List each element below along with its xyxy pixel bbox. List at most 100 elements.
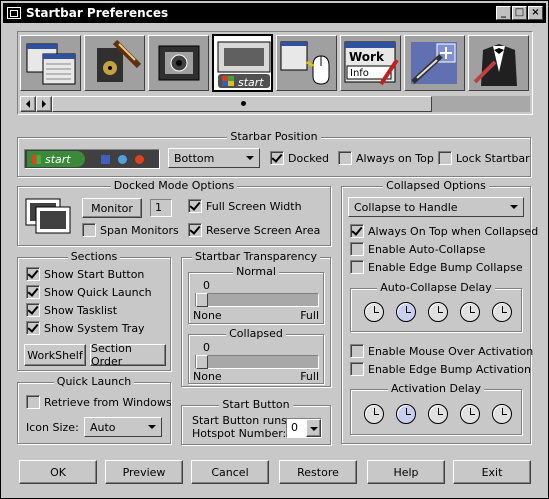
misc-windows-tile[interactable] [20, 35, 81, 91]
scroll-track[interactable] [432, 96, 530, 112]
auto-collapse-label: Enable Auto-Collapse [368, 242, 486, 256]
lock-startbar-checkbox[interactable]: Lock Startbar [438, 151, 530, 165]
retrieve-from-windows-check-box[interactable] [26, 395, 40, 409]
reserve-screen-area-check-box[interactable] [188, 223, 202, 237]
scroll-thumb-dot [241, 101, 246, 106]
span-monitors-checkbox[interactable]: Span Monitors [82, 223, 179, 237]
normal-min-label: None [193, 309, 222, 322]
help-button[interactable]: Help [367, 460, 445, 484]
mouse-tile[interactable] [276, 35, 337, 91]
activation-delay-caption: Activation Delay [387, 382, 485, 395]
normal-slider-thumb[interactable] [196, 293, 208, 307]
reserve-screen-area-checkbox[interactable]: Reserve Screen Area [188, 223, 320, 237]
tuxedo-tile[interactable] [468, 35, 529, 91]
workshelf-icon: Work Info [344, 41, 399, 86]
sections-group: Sections Show Start Button Show Quick La… [17, 250, 171, 371]
exit-button[interactable]: Exit [453, 460, 531, 484]
collapsed-slider[interactable] [195, 355, 319, 369]
edge-bump-collapse-check-box[interactable] [350, 260, 364, 274]
delay-clock-3-icon[interactable] [428, 302, 448, 322]
camera-tile[interactable] [148, 35, 209, 91]
edge-bump-activation-checkbox[interactable]: Enable Edge Bump Activation [350, 362, 531, 376]
always-on-top-check-box[interactable] [338, 151, 352, 165]
minimize-button[interactable]: _ [496, 6, 511, 20]
activation-clock-2-icon[interactable] [396, 404, 416, 424]
delay-clock-1-icon[interactable] [364, 302, 384, 322]
edge-bump-activation-check-box[interactable] [350, 362, 364, 376]
lock-startbar-check-box[interactable] [438, 151, 452, 165]
maximize-button[interactable]: □ [512, 6, 527, 20]
scroll-thumb[interactable] [52, 96, 432, 112]
full-screen-width-checkbox[interactable]: Full Screen Width [188, 199, 302, 213]
title-bar: Startbar Preferences _ □ × [3, 3, 546, 23]
cancel-button[interactable]: Cancel [191, 460, 269, 484]
film-tile[interactable] [84, 35, 145, 91]
monitor-number-field[interactable]: 1 [150, 199, 172, 217]
hotspot-number-select[interactable]: 0 [286, 418, 322, 438]
span-monitors-label: Span Monitors [100, 223, 179, 237]
normal-transparency-group: Normal 0 None Full [188, 265, 324, 324]
mouse-icon [280, 41, 330, 85]
pen-tile[interactable] [404, 35, 465, 91]
mouse-over-activation-checkbox[interactable]: Enable Mouse Over Activation [350, 344, 533, 358]
hotspot-number-label: Hotspot Number: [192, 427, 287, 440]
show-quick-launch-checkbox[interactable]: Show Quick Launch [26, 285, 152, 299]
edge-bump-collapse-checkbox[interactable]: Enable Edge Bump Collapse [350, 260, 523, 274]
show-tasklist-checkbox[interactable]: Show Tasklist [26, 303, 117, 317]
icon-size-select[interactable]: Auto [84, 417, 162, 437]
show-tasklist-label: Show Tasklist [44, 303, 118, 317]
auto-collapse-check-box[interactable] [350, 242, 364, 256]
always-on-top-label: Always on Top [356, 151, 434, 165]
transparency-group: Startbar Transparency Normal 0 None Full… [181, 250, 331, 387]
collapsed-caption: Collapsed [226, 327, 286, 340]
monitor-button[interactable]: Monitor [82, 198, 142, 218]
section-order-button[interactable]: Section Order [90, 342, 166, 368]
workshelf-tile[interactable]: Work Info [340, 35, 401, 91]
show-system-tray-check-box[interactable] [26, 321, 40, 335]
mouse-over-activation-check-box[interactable] [350, 344, 364, 358]
sections-caption: Sections [67, 250, 121, 263]
scroll-left-button[interactable] [20, 96, 36, 112]
delay-clock-2-icon[interactable] [396, 302, 416, 322]
collapsed-max-label: Full [300, 370, 319, 383]
full-screen-width-check-box[interactable] [188, 199, 202, 213]
workshelf-tile-sub: Info [350, 68, 369, 79]
position-select[interactable]: Bottom [168, 148, 260, 168]
delay-clock-4-icon[interactable] [460, 302, 480, 322]
show-system-tray-checkbox[interactable]: Show System Tray [26, 321, 145, 335]
show-tasklist-check-box[interactable] [26, 303, 40, 317]
show-quick-launch-check-box[interactable] [26, 285, 40, 299]
auto-collapse-checkbox[interactable]: Enable Auto-Collapse [350, 242, 485, 256]
tuxedo-icon [473, 44, 517, 86]
preview-button[interactable]: Preview [105, 460, 183, 484]
close-button[interactable]: × [528, 6, 543, 20]
delay-clock-5-icon[interactable] [492, 302, 512, 322]
activation-clock-1-icon[interactable] [364, 404, 384, 424]
restore-button[interactable]: Restore [279, 460, 357, 484]
retrieve-from-windows-checkbox[interactable]: Retrieve from Windows [26, 395, 172, 409]
ok-button[interactable]: OK [19, 460, 97, 484]
docked-checkbox[interactable]: Docked [270, 151, 329, 165]
startbar-tile[interactable]: start [212, 34, 273, 92]
span-monitors-check-box[interactable] [82, 223, 96, 237]
category-toolbar: start Work Info [17, 31, 533, 115]
edge-bump-activation-label: Enable Edge Bump Activation [368, 362, 531, 376]
show-start-button-check-box[interactable] [26, 267, 40, 281]
show-start-button-checkbox[interactable]: Show Start Button [26, 267, 144, 281]
collapse-mode-select[interactable]: Collapse to Handle [348, 197, 524, 217]
collapsed-slider-thumb[interactable] [196, 355, 208, 369]
activation-clock-5-icon[interactable] [492, 404, 512, 424]
workshelf-button[interactable]: WorkShelf [24, 344, 86, 366]
always-on-top-collapsed-check-box[interactable] [350, 224, 364, 238]
always-on-top-checkbox[interactable]: Always on Top [338, 151, 434, 165]
docked-check-box[interactable] [270, 151, 284, 165]
activation-clock-3-icon[interactable] [428, 404, 448, 424]
app-icon [7, 7, 21, 19]
hotspot-dropdown-button[interactable] [306, 419, 321, 437]
start-tile-label: start [238, 76, 264, 89]
scroll-right-button[interactable] [36, 96, 52, 112]
normal-value: 0 [203, 279, 210, 292]
always-on-top-collapsed-checkbox[interactable]: Always On Top when Collapsed [350, 224, 538, 238]
activation-clock-4-icon[interactable] [460, 404, 480, 424]
normal-slider[interactable] [195, 293, 319, 307]
